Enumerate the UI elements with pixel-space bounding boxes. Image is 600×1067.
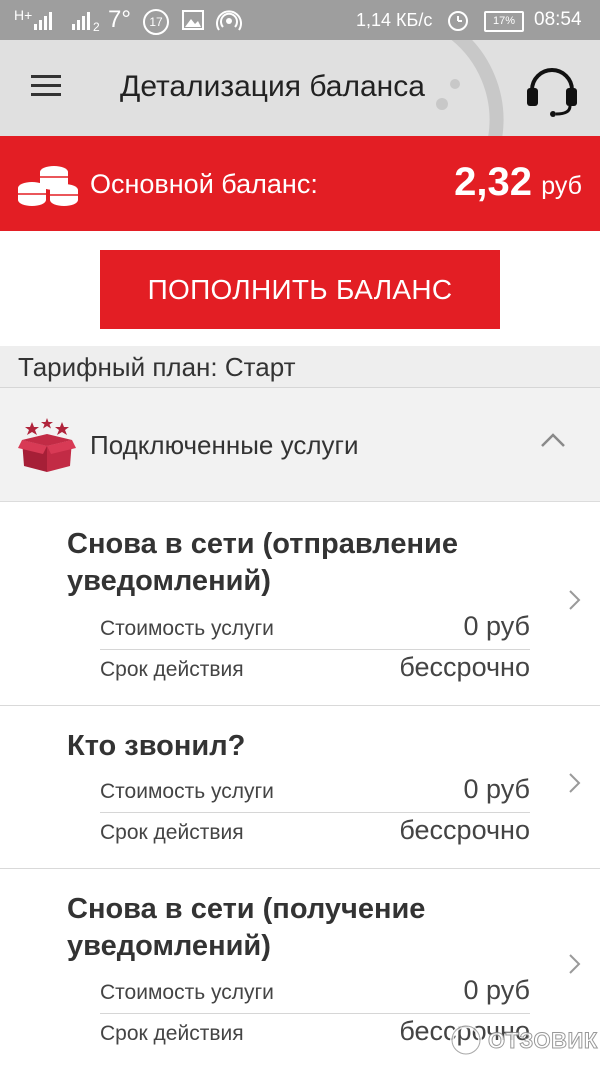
app-bar: Детализация баланса	[0, 40, 600, 136]
tariff-plan-label: Тарифный план: Старт	[18, 352, 296, 382]
term-value: бессрочно	[399, 815, 530, 845]
cost-label: Стоимость услуги	[100, 780, 274, 803]
clock: 08:54	[534, 9, 582, 30]
status-bar: H+ 2 7° 17 1,14 КБ/с 17% 08:54	[0, 0, 600, 40]
term-label: Срок действия	[100, 821, 244, 844]
connected-services-title: Подключенные услуги	[90, 430, 359, 460]
term-label: Срок действия	[100, 658, 244, 681]
support-button[interactable]	[522, 58, 582, 118]
service-term-row: Срок действия бессрочно	[100, 650, 530, 690]
service-cost-row: Стоимость услуги 0 руб	[100, 609, 530, 650]
page-title: Детализация баланса	[120, 70, 425, 103]
service-cost-row: Стоимость услуги 0 руб	[100, 772, 530, 813]
battery-indicator: 17%	[484, 11, 524, 32]
term-value: бессрочно	[399, 652, 530, 682]
service-name: Кто звонил?	[67, 730, 246, 762]
coins-icon	[18, 166, 78, 206]
network-speed: 1,14 КБ/с	[356, 10, 433, 30]
chevron-right-icon	[569, 590, 581, 610]
tariff-plan: Тарифный план: Старт	[0, 346, 600, 388]
balance-label: Основной баланс:	[90, 169, 318, 199]
term-label: Срок действия	[100, 1022, 244, 1045]
topup-balance-button[interactable]: ПОПОЛНИТЬ БАЛАНС	[100, 250, 500, 329]
menu-button[interactable]	[28, 73, 64, 101]
hotspot-icon	[216, 10, 242, 31]
headset-icon	[527, 68, 577, 117]
cost-value: 0 руб	[463, 611, 531, 641]
watermark-logo-icon	[450, 1024, 482, 1056]
balance-amount: 2,32	[454, 160, 532, 204]
service-name: Снова в сети (отправление уведомлений)	[67, 528, 458, 597]
menu-icon	[31, 75, 61, 78]
image-icon	[182, 10, 204, 30]
signal-icon	[34, 12, 52, 30]
service-cost-row: Стоимость услуги 0 руб	[100, 973, 530, 1014]
balance-bar: Основной баланс: 2,32 руб	[0, 136, 600, 231]
gift-box-icon	[18, 418, 76, 472]
chevron-right-icon	[569, 954, 581, 974]
service-item[interactable]: Кто звонил? Стоимость услуги 0 руб Срок …	[0, 706, 600, 869]
cost-label: Стоимость услуги	[100, 981, 274, 1004]
temperature: 7°	[108, 6, 131, 33]
connected-services-header[interactable]: Подключенные услуги	[0, 388, 600, 502]
service-item[interactable]: Снова в сети (отправление уведомлений) С…	[0, 502, 600, 706]
watermark-text: ОТЗОВИК	[488, 1028, 598, 1054]
alarm-icon	[448, 11, 468, 31]
cost-label: Стоимость услуги	[100, 617, 274, 640]
balance-currency: руб	[541, 172, 582, 200]
service-term-row: Срок действия бессрочно	[100, 813, 530, 853]
chevron-up-icon[interactable]	[540, 432, 566, 448]
watermark: ОТЗОВИК	[448, 1022, 598, 1058]
notification-count: 17	[143, 9, 169, 35]
cost-value: 0 руб	[463, 975, 531, 1005]
service-name: Снова в сети (получение уведомлений)	[67, 893, 426, 962]
cost-value: 0 руб	[463, 774, 531, 804]
chevron-right-icon	[569, 773, 581, 793]
